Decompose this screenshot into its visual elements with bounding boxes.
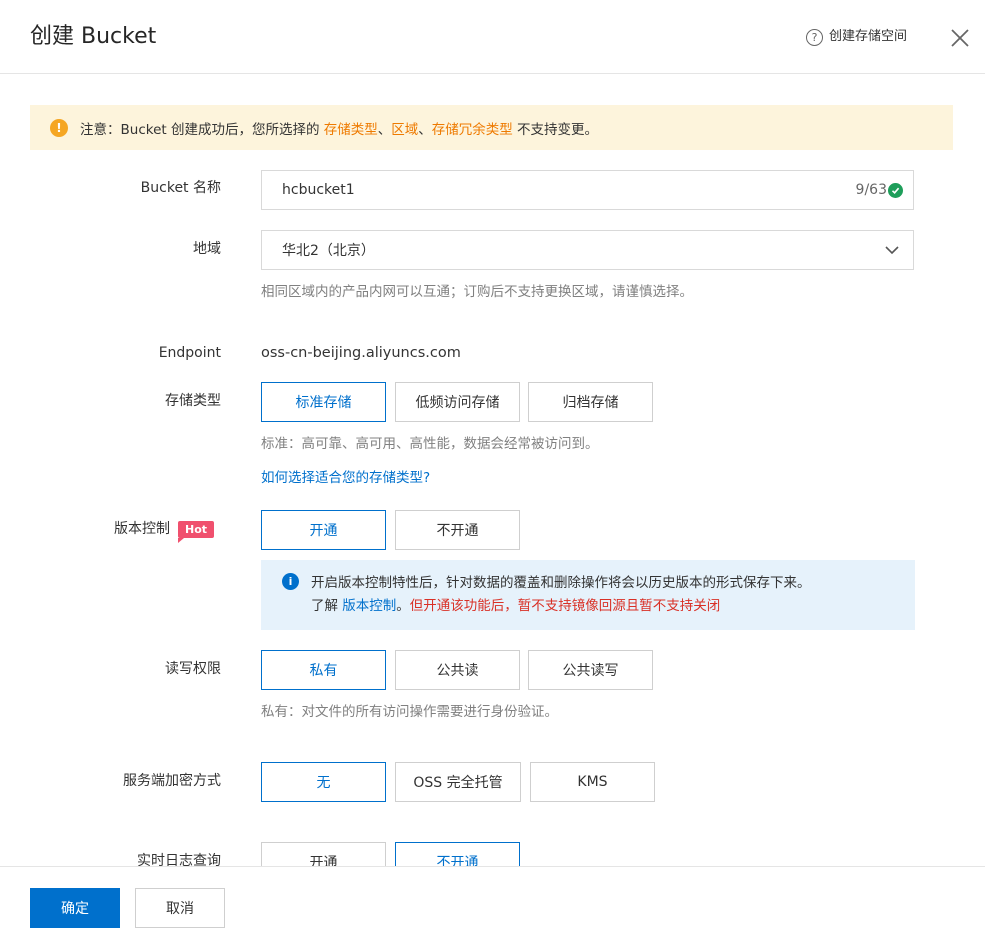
notice-text: 注意：Bucket 创建成功后，您所选择的 存储类型、区域、存储冗余类型 不支持… bbox=[80, 118, 598, 138]
acl-option-public-read[interactable]: 公共读 bbox=[395, 650, 520, 690]
dialog-body[interactable]: ! 注意：Bucket 创建成功后，您所选择的 存储类型、区域、存储冗余类型 不… bbox=[0, 75, 985, 866]
endpoint-value: oss-cn-beijing.aliyuncs.com bbox=[261, 345, 461, 361]
check-circle-icon bbox=[888, 182, 903, 198]
realtime-log-option-disable[interactable]: 不开通 bbox=[395, 842, 520, 866]
storage-class-hint: 标准：高可靠、高可用、高性能，数据会经常被访问到。 bbox=[261, 436, 599, 452]
endpoint-label: Endpoint bbox=[158, 345, 221, 361]
realtime-log-option-enable[interactable]: 开通 bbox=[261, 842, 386, 866]
cancel-button[interactable]: 取消 bbox=[135, 888, 225, 928]
encryption-label: 服务端加密方式 bbox=[123, 773, 221, 789]
help-link[interactable]: ? 创建存储空间 bbox=[806, 27, 907, 47]
dialog-header: 创建 Bucket ? 创建存储空间 bbox=[0, 0, 985, 74]
hot-badge: Hot bbox=[178, 521, 214, 543]
notice-separator: 、 bbox=[418, 121, 432, 138]
close-icon[interactable] bbox=[946, 24, 974, 52]
versioning-label: 版本控制 bbox=[114, 521, 170, 537]
region-hint: 相同区域内的产品内网可以互通；订购后不支持更换区域，请谨慎选择。 bbox=[261, 284, 693, 300]
storage-class-label: 存储类型 bbox=[165, 393, 221, 409]
help-link-label: 创建存储空间 bbox=[829, 29, 908, 44]
acl-hint: 私有：对文件的所有访问操作需要进行身份验证。 bbox=[261, 704, 558, 720]
confirm-button[interactable]: 确定 bbox=[30, 888, 120, 928]
notice-prefix: 注意：Bucket 创建成功后，您所选择的 bbox=[80, 121, 324, 138]
notice-suffix: 不支持变更。 bbox=[512, 121, 599, 138]
notice-separator: 、 bbox=[377, 121, 392, 138]
encryption-option-none[interactable]: 无 bbox=[261, 762, 386, 802]
notice-highlight-redundancy: 存储冗余类型 bbox=[431, 121, 513, 138]
versioning-info-box: i 开启版本控制特性后，针对数据的覆盖和删除操作将会以历史版本的形式保存下来。 … bbox=[261, 560, 915, 630]
notice-highlight-region: 区域 bbox=[391, 121, 419, 138]
versioning-option-enable[interactable]: 开通 bbox=[261, 510, 386, 550]
chevron-down-icon bbox=[885, 246, 899, 255]
question-circle-icon: ? bbox=[806, 28, 823, 46]
acl-label: 读写权限 bbox=[165, 661, 221, 677]
versioning-info-prefix: 了解 bbox=[311, 598, 343, 614]
acl-option-public-read-write[interactable]: 公共读写 bbox=[528, 650, 653, 690]
storage-class-option-archive[interactable]: 归档存储 bbox=[528, 382, 653, 422]
versioning-info-dot: 。 bbox=[396, 598, 410, 614]
dialog-footer: 确定 取消 bbox=[0, 866, 985, 935]
warning-icon: ! bbox=[50, 118, 68, 137]
versioning-info-line2: 了解 版本控制。但开通该功能后，暂不支持镜像回源且暂不支持关闭 bbox=[283, 595, 915, 618]
bucket-name-label: Bucket 名称 bbox=[140, 180, 221, 196]
region-value: 华北2（北京） bbox=[282, 243, 375, 259]
versioning-option-disable[interactable]: 不开通 bbox=[395, 510, 520, 550]
bucket-name-value: hcbucket1 bbox=[282, 182, 355, 198]
storage-class-help-link[interactable]: 如何选择适合您的存储类型? bbox=[261, 468, 430, 488]
notice-highlight-storage-class: 存储类型 bbox=[323, 121, 378, 138]
encryption-option-oss-managed[interactable]: OSS 完全托管 bbox=[395, 762, 521, 802]
acl-option-private[interactable]: 私有 bbox=[261, 650, 386, 690]
hot-badge-tail bbox=[178, 538, 184, 543]
region-select[interactable]: 华北2（北京） bbox=[261, 230, 914, 270]
versioning-info-line1: 开启版本控制特性后，针对数据的覆盖和删除操作将会以历史版本的形式保存下来。 bbox=[311, 575, 811, 591]
dialog-title: 创建 Bucket bbox=[30, 24, 157, 49]
realtime-log-label: 实时日志查询 bbox=[137, 853, 221, 866]
versioning-doc-link[interactable]: 版本控制 bbox=[342, 598, 396, 614]
encryption-option-kms[interactable]: KMS bbox=[530, 762, 655, 802]
hot-badge-text: Hot bbox=[178, 521, 214, 538]
info-icon: i bbox=[282, 573, 299, 590]
storage-class-option-standard[interactable]: 标准存储 bbox=[261, 382, 386, 422]
bucket-name-input[interactable]: hcbucket1 9/63 bbox=[261, 170, 914, 210]
storage-class-option-ia[interactable]: 低频访问存储 bbox=[395, 382, 520, 422]
notice-banner: ! 注意：Bucket 创建成功后，您所选择的 存储类型、区域、存储冗余类型 不… bbox=[30, 105, 953, 150]
bucket-name-counter: 9/63 bbox=[855, 182, 887, 198]
region-label: 地域 bbox=[193, 241, 221, 257]
versioning-warning-text: 但开通该功能后，暂不支持镜像回源且暂不支持关闭 bbox=[409, 598, 721, 614]
